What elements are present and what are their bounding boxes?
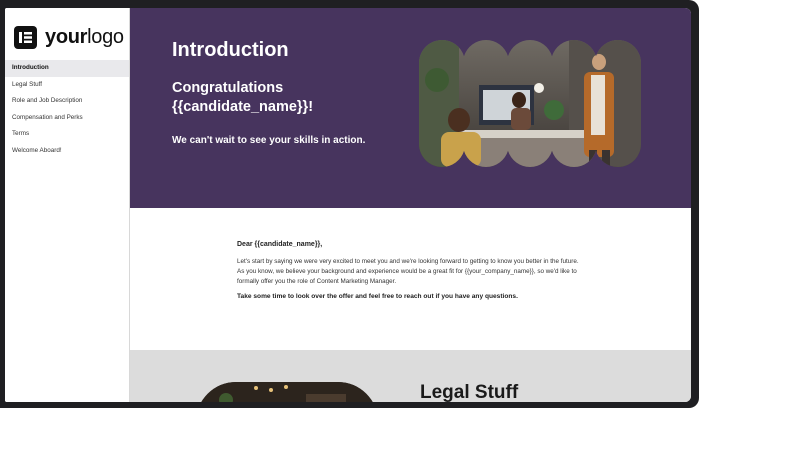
letter-greeting: Dear {{candidate_name}}, xyxy=(237,241,323,248)
logo-text: yourlogo xyxy=(45,26,124,49)
sidebar-item-introduction[interactable]: Introduction xyxy=(5,60,129,77)
letter-body: Let's start by saying we were very excit… xyxy=(237,258,579,285)
sidebar: yourlogo Introduction Legal Stuff Role a… xyxy=(5,8,130,402)
sidebar-item-legal-stuff[interactable]: Legal Stuff xyxy=(5,77,129,94)
letter-closing: Take some time to look over the offer an… xyxy=(237,293,518,301)
legal-section-title: Legal Stuff xyxy=(420,382,519,402)
sidebar-item-compensation-and-perks[interactable]: Compensation and Perks xyxy=(5,110,129,127)
device-frame: yourlogo Introduction Legal Stuff Role a… xyxy=(0,0,699,408)
letter-content: Dear {{candidate_name}}, Let's start by … xyxy=(237,241,582,300)
logo-text-bold: your xyxy=(45,25,88,48)
logo-text-light: logo xyxy=(87,25,124,48)
hero-office-photo xyxy=(419,40,641,167)
sidebar-item-terms[interactable]: Terms xyxy=(5,126,129,143)
logo[interactable]: yourlogo xyxy=(14,25,124,49)
sidebar-nav: Introduction Legal Stuff Role and Job De… xyxy=(5,60,129,159)
hero-congrats: Congratulations {{candidate_name}}! xyxy=(172,80,314,115)
screen: yourlogo Introduction Legal Stuff Role a… xyxy=(5,8,691,402)
hero-title: Introduction xyxy=(172,39,289,61)
sidebar-item-role-and-job-description[interactable]: Role and Job Description xyxy=(5,93,129,110)
logo-icon xyxy=(14,25,37,49)
hero-tagline: We can't wait to see your skills in acti… xyxy=(172,135,366,146)
sidebar-item-welcome-aboard[interactable]: Welcome Aboard! xyxy=(5,143,129,160)
legal-section-photo xyxy=(196,382,378,402)
letter-section: Dear {{candidate_name}}, Let's start by … xyxy=(130,208,691,350)
legal-section: Legal Stuff xyxy=(130,350,691,402)
hero-section: Introduction Congratulations {{candidate… xyxy=(130,8,691,208)
